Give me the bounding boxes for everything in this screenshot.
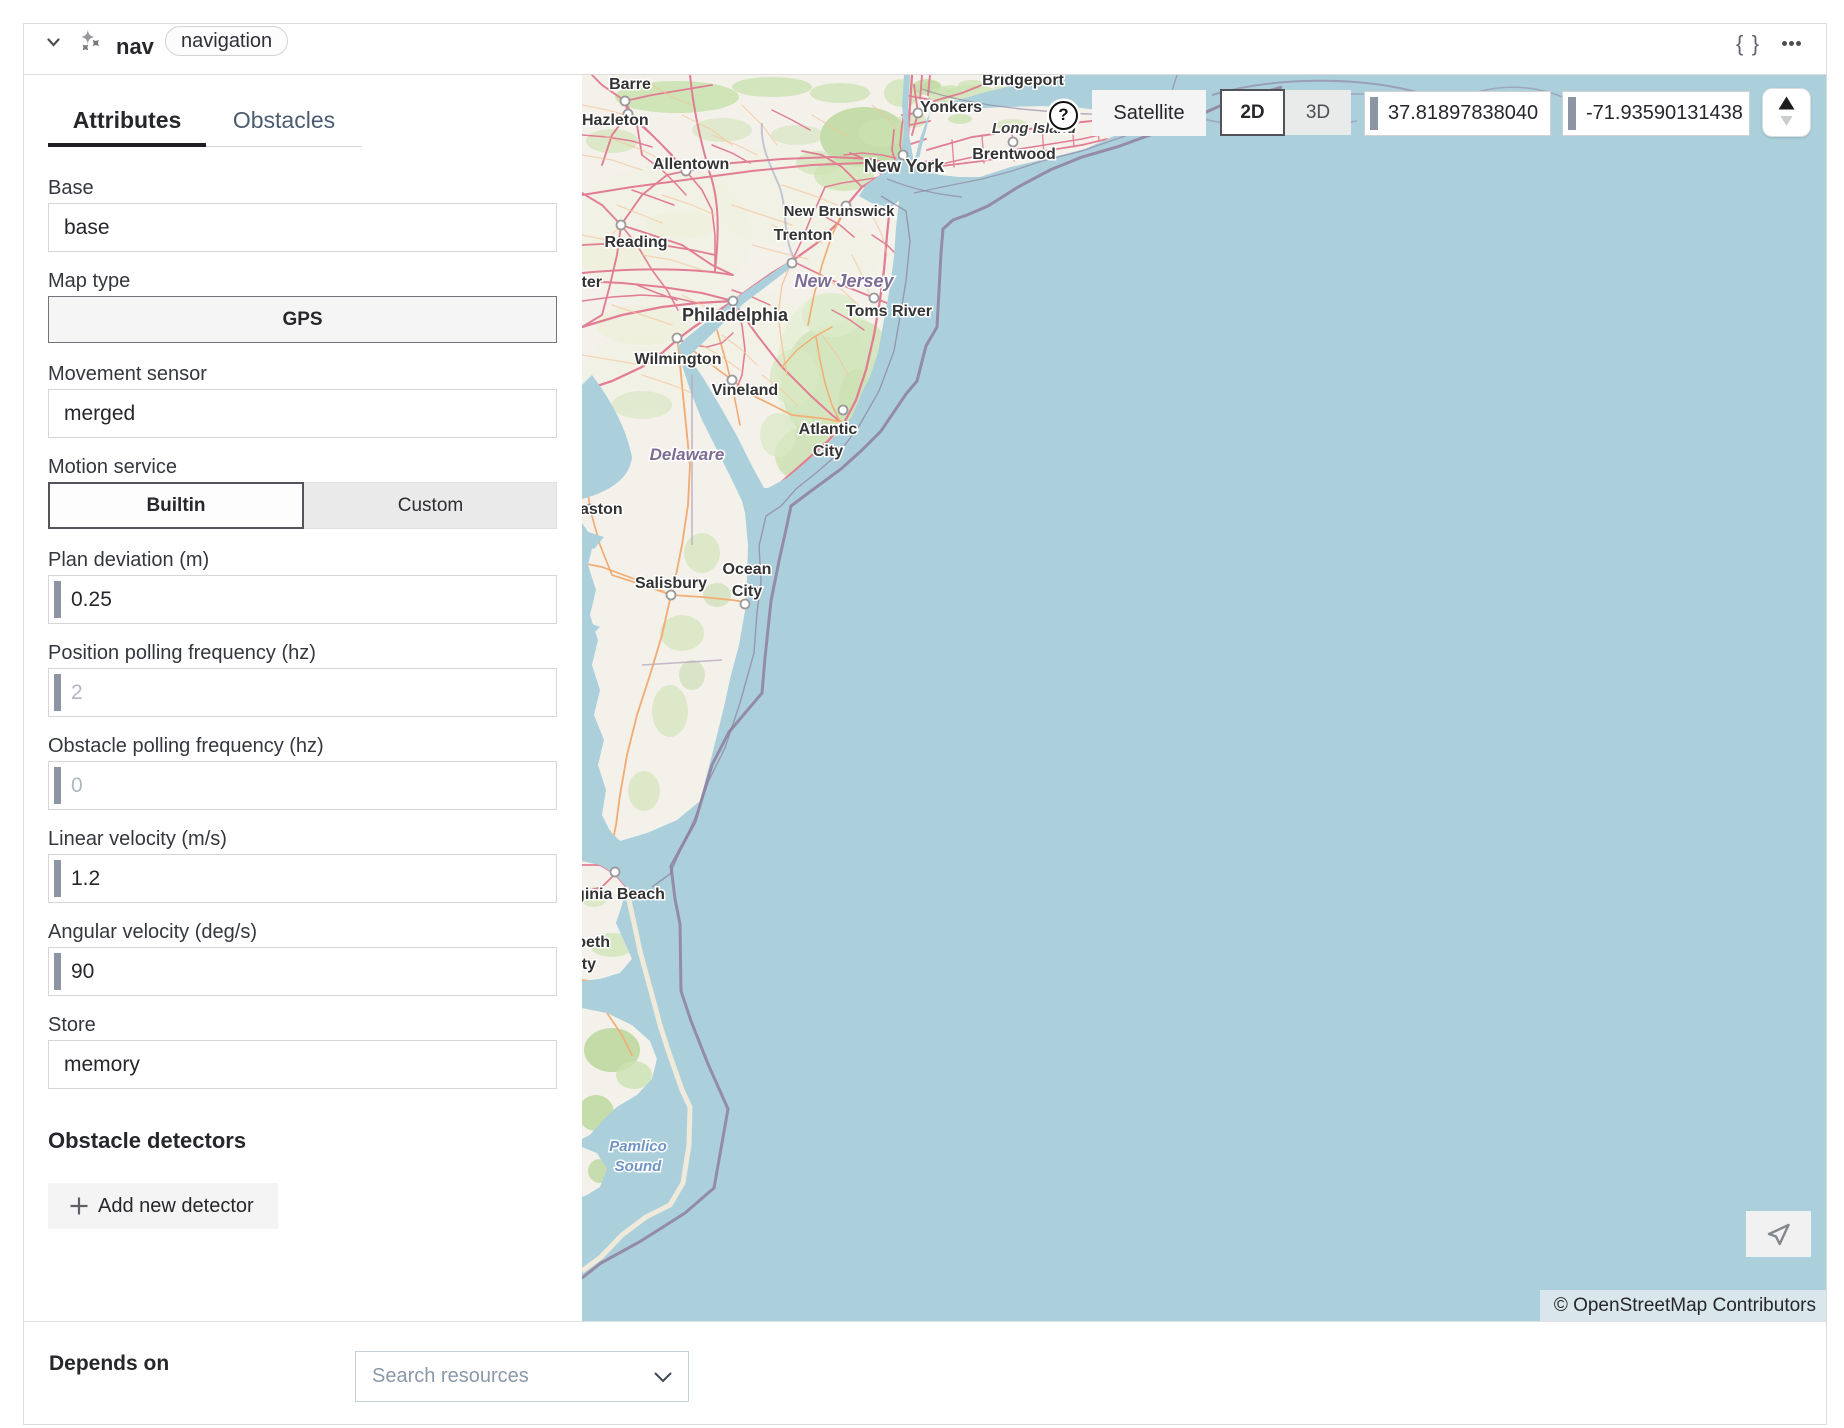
svg-text:New Jersey: New Jersey bbox=[794, 271, 894, 291]
svg-text:Brentwood: Brentwood bbox=[972, 146, 1056, 163]
svg-text:Pamlico: Pamlico bbox=[609, 1138, 667, 1155]
svg-text:City: City bbox=[732, 583, 762, 600]
svg-text:City: City bbox=[813, 443, 843, 460]
svg-text:New Brunswick: New Brunswick bbox=[784, 203, 896, 220]
svg-text:Lancaster: Lancaster bbox=[582, 274, 602, 291]
svg-text:Philadelphia: Philadelphia bbox=[682, 305, 789, 325]
svg-text:Allentown: Allentown bbox=[653, 156, 729, 173]
svg-text:Salisbury: Salisbury bbox=[635, 575, 707, 592]
svg-text:Hazleton: Hazleton bbox=[582, 112, 649, 129]
svg-text:Bridgeport: Bridgeport bbox=[982, 75, 1064, 89]
svg-text:Trenton: Trenton bbox=[774, 227, 833, 244]
svg-text:Easton: Easton bbox=[582, 501, 623, 518]
svg-text:Vineland: Vineland bbox=[712, 382, 778, 399]
svg-text:Elizabeth: Elizabeth bbox=[582, 934, 610, 951]
svg-text:Virginia Beach: Virginia Beach bbox=[582, 886, 665, 903]
svg-text:Yonkers: Yonkers bbox=[920, 99, 982, 116]
svg-text:Reading: Reading bbox=[604, 234, 667, 251]
svg-text:Wilmington: Wilmington bbox=[635, 351, 722, 368]
svg-text:Ocean: Ocean bbox=[723, 561, 772, 578]
svg-text:City: City bbox=[582, 956, 596, 973]
svg-text:New York: New York bbox=[864, 156, 945, 176]
svg-text:Atlantic: Atlantic bbox=[799, 421, 858, 438]
svg-text:Toms River: Toms River bbox=[846, 303, 932, 320]
svg-text:Sound: Sound bbox=[615, 1158, 662, 1175]
svg-text:Barre: Barre bbox=[609, 76, 651, 93]
svg-text:Delaware: Delaware bbox=[650, 445, 725, 464]
